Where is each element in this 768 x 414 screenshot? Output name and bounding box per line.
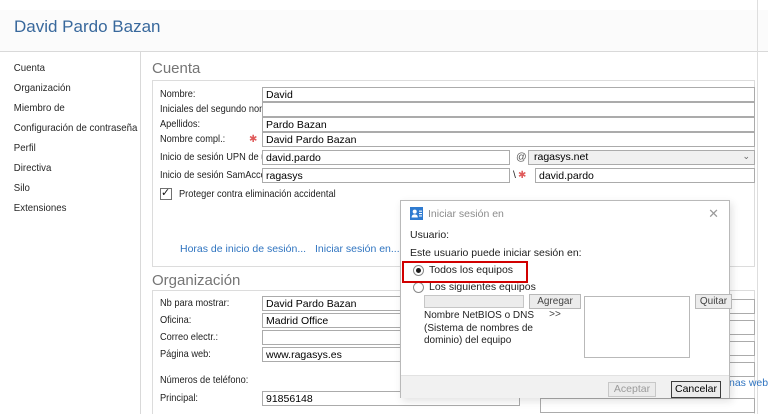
protect-deletion-checkbox[interactable]: ✓	[160, 188, 172, 200]
nombre-label: Nombre:	[160, 87, 195, 102]
sidebar-divider	[140, 52, 141, 414]
dialog-user-label: Usuario:	[410, 229, 449, 241]
computer-name-input[interactable]	[424, 295, 524, 308]
red-annotation-box	[402, 261, 528, 283]
phone-principal-label: Principal:	[160, 391, 198, 406]
apellidos-label: Apellidos:	[160, 117, 200, 132]
sam-label: Inicio de sesión SamAccou...	[160, 168, 279, 183]
backslash-separator: \	[513, 168, 516, 183]
netbios-note: Nombre NetBIOS o DNS (Sistema de nombres…	[424, 310, 558, 348]
upn-label: Inicio de sesión UPN de us...	[160, 150, 279, 165]
sam-domain-input[interactable]	[262, 168, 510, 183]
sidebar-item-extensiones[interactable]: Extensiones	[0, 198, 127, 218]
sidebar-item-directiva[interactable]: Directiva	[0, 158, 127, 178]
display-name-label: Nb para mostrar:	[160, 296, 229, 311]
close-icon[interactable]: ✕	[708, 206, 719, 222]
log-on-to-dialog: Iniciar sesión en ✕ Usuario: Este usuari…	[400, 200, 730, 398]
log-on-to-link[interactable]: Iniciar sesión en...	[315, 243, 400, 255]
pane-right-border	[757, 0, 758, 414]
page-title: David Pardo Bazan	[14, 17, 160, 37]
sidebar-item-cuenta[interactable]: Cuenta	[0, 58, 127, 78]
protect-deletion-label: Proteger contra eliminación accidental	[179, 187, 336, 202]
cancel-button[interactable]: Cancelar	[671, 381, 721, 398]
chevron-down-icon: ⌄	[742, 150, 750, 163]
nombre-input[interactable]	[262, 87, 755, 102]
sidebar: Cuenta Organización Miembro de Configura…	[0, 58, 138, 218]
dialog-description: Este usuario puede iniciar sesión en:	[410, 247, 582, 259]
logon-hours-link[interactable]: Horas de inicio de sesión...	[180, 243, 306, 255]
radio-following-computers[interactable]	[413, 282, 424, 293]
phone-numbers-group-label: Números de teléfono:	[160, 373, 248, 388]
dialog-title: Iniciar sesión en	[428, 208, 504, 220]
checkmark-icon: ✓	[161, 186, 170, 199]
email-label: Correo electr.:	[160, 330, 218, 345]
sidebar-item-silo[interactable]: Silo	[0, 178, 127, 198]
office-label: Oficina:	[160, 313, 191, 328]
sidebar-item-perfil[interactable]: Perfil	[0, 138, 127, 158]
iniciales-input[interactable]	[262, 102, 755, 117]
org-right-column-input[interactable]	[540, 398, 755, 413]
upn-input[interactable]	[262, 150, 510, 165]
upn-domain-value: ragasys.net	[534, 151, 588, 163]
iniciales-label: Iniciales del segundo nom...	[160, 102, 275, 117]
sidebar-item-organizacion[interactable]: Organización	[0, 78, 127, 98]
required-asterisk-icon: ✱	[249, 132, 257, 147]
other-webpages-link-fragment[interactable]: nas web...	[729, 377, 768, 389]
apellidos-input[interactable]	[262, 117, 755, 132]
webpage-label: Página web:	[160, 347, 211, 362]
sam-user-input[interactable]	[535, 168, 755, 183]
user-dialog-icon	[410, 207, 423, 220]
upn-domain-select[interactable]: ragasys.net ⌄	[528, 150, 755, 165]
adac-user-properties-page: David Pardo Bazan Cuenta Organización Mi…	[0, 0, 768, 414]
required-asterisk-icon: ✱	[518, 168, 526, 183]
computers-listbox[interactable]	[584, 296, 690, 358]
section-title-organizacion: Organización	[152, 272, 240, 289]
sidebar-item-configuracion-contrasena[interactable]: Configuración de contraseña	[0, 118, 127, 138]
title-divider	[0, 51, 768, 52]
ok-button[interactable]: Aceptar	[608, 382, 656, 397]
add-button[interactable]: Agregar >>	[529, 294, 581, 309]
section-title-cuenta: Cuenta	[152, 60, 200, 77]
sidebar-item-miembro-de[interactable]: Miembro de	[0, 98, 127, 118]
nombre-completo-label: Nombre compl.:	[160, 132, 225, 147]
nombre-completo-input[interactable]	[262, 132, 755, 147]
remove-button[interactable]: Quitar	[695, 294, 732, 309]
at-separator: @	[516, 150, 527, 165]
